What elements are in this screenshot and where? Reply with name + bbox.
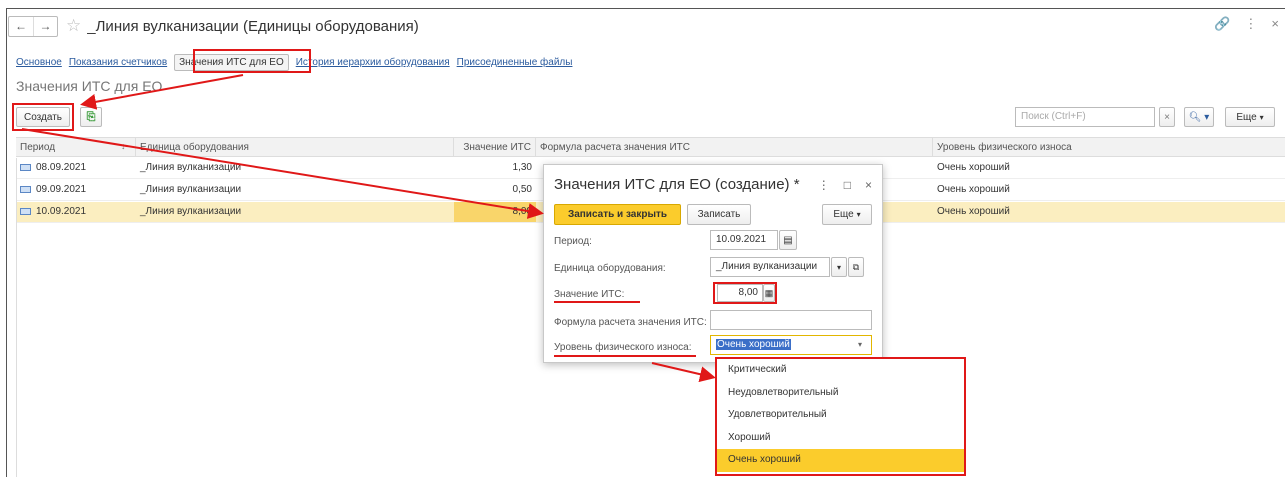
maximize-icon[interactable]: □ — [844, 178, 851, 192]
tab-its-values[interactable]: Значения ИТС для ЕО — [174, 54, 289, 71]
record-icon — [20, 185, 31, 193]
annotation-underline-wear — [554, 355, 696, 357]
favorite-star-icon[interactable]: ☆ — [66, 16, 81, 36]
row-unit: _Линия вулканизации — [140, 206, 242, 217]
period-field[interactable]: 10.09.2021 — [710, 230, 778, 250]
search-icon: 🔍︎ ▾ — [1188, 111, 1210, 123]
chevron-down-icon: ▾ — [1259, 112, 1264, 122]
more-label: Еще — [1236, 111, 1257, 123]
column-header-unit[interactable]: Единица оборудования — [136, 138, 454, 157]
its-value-label: Значение ИТС: — [554, 289, 625, 300]
dropdown-option[interactable]: Удовлетворительный — [717, 404, 964, 427]
row-wear: Очень хороший — [937, 162, 1010, 173]
copy-button[interactable]: ⎘ — [80, 107, 102, 127]
period-label: Период: — [554, 236, 592, 247]
dialog-title: Значения ИТС для ЕО (создание) * — [554, 176, 800, 193]
row-period: 10.09.2021 — [36, 206, 87, 217]
row-period: 08.09.2021 — [36, 162, 87, 173]
unit-label: Единица оборудования: — [554, 263, 666, 274]
formula-label: Формула расчета значения ИТС: — [554, 317, 707, 328]
annotation-underline-value — [554, 301, 640, 303]
record-icon — [20, 207, 31, 215]
unit-dropdown-button[interactable]: ▾ — [831, 257, 847, 277]
wear-label: Уровень физического износа: — [554, 342, 692, 353]
row-unit: _Линия вулканизации — [140, 184, 242, 195]
dropdown-option[interactable]: Неудовлетворительный — [717, 382, 964, 405]
create-dialog: Значения ИТС для ЕО (создание) * ⋮ □ × З… — [543, 164, 883, 363]
close-icon[interactable]: × — [1271, 16, 1279, 32]
row-value: 0,50 — [512, 184, 532, 195]
chevron-down-icon: ▾ — [856, 210, 861, 219]
search-input[interactable]: Поиск (Ctrl+F) — [1015, 107, 1155, 127]
calendar-button[interactable]: ▤ — [779, 230, 797, 250]
column-header-formula[interactable]: Формула расчета значения ИТС — [536, 138, 933, 157]
menu-icon[interactable]: ⋮ — [818, 178, 830, 192]
column-header-wear[interactable]: Уровень физического износа — [933, 138, 1285, 157]
tab-hierarchy-history[interactable]: История иерархии оборудования — [296, 57, 450, 68]
copy-icon: ⎘ — [86, 110, 96, 123]
title-bar: ← → ☆ _Линия вулканизации (Единицы обору… — [8, 14, 419, 38]
forward-button[interactable]: → — [33, 16, 57, 36]
formula-field[interactable] — [710, 310, 872, 330]
chevron-down-icon[interactable]: ▾ — [858, 340, 862, 349]
row-wear: Очень хороший — [937, 206, 1010, 217]
record-icon — [20, 163, 31, 171]
save-and-close-button[interactable]: Записать и закрыть — [554, 204, 681, 225]
back-button[interactable]: ← — [9, 17, 33, 36]
row-wear: Очень хороший — [937, 184, 1010, 195]
unit-field[interactable]: _Линия вулканизации — [710, 257, 830, 277]
menu-icon[interactable]: ⋮ — [1244, 16, 1257, 32]
calendar-icon: ▤ — [783, 234, 793, 246]
dialog-more-button[interactable]: Еще ▾ — [822, 204, 872, 225]
row-unit: _Линия вулканизации — [140, 162, 242, 173]
dialog-controls: ⋮ □ × — [818, 178, 872, 192]
tab-attached-files[interactable]: Присоединенные файлы — [457, 57, 573, 68]
window-title: _Линия вулканизации (Единицы оборудовани… — [87, 17, 419, 35]
tab-bar: Основное Показания счетчиков Значения ИТ… — [16, 54, 579, 71]
row-value: 1,30 — [512, 162, 532, 173]
unit-open-button[interactable]: ⧉ — [848, 257, 864, 277]
tab-meter-readings[interactable]: Показания счетчиков — [69, 57, 167, 68]
wear-dropdown-list: Критический Неудовлетворительный Удовлет… — [715, 357, 966, 476]
dropdown-option-selected[interactable]: Очень хороший — [717, 449, 964, 472]
dropdown-option[interactable]: Критический — [717, 359, 964, 382]
sort-arrow-icon: ↓ — [121, 141, 126, 151]
more-button[interactable]: Еще ▾ — [1225, 107, 1275, 127]
calculator-icon: ▦ — [764, 287, 774, 298]
chevron-down-icon: ▾ — [836, 262, 841, 272]
table-left-border — [16, 158, 17, 477]
create-button[interactable]: Создать — [16, 107, 70, 127]
its-value-field[interactable]: 8,00 — [717, 284, 763, 302]
window-controls: 🔗 ⋮ × — [1214, 16, 1279, 32]
save-button[interactable]: Записать — [687, 204, 751, 225]
clear-search-button[interactable]: × — [1159, 107, 1175, 127]
section-title: Значения ИТС для ЕО — [16, 78, 163, 94]
dialog-more-label: Еще — [833, 209, 854, 220]
search-button[interactable]: 🔍︎ ▾ — [1184, 107, 1214, 127]
clear-icon: × — [1164, 111, 1170, 123]
nav-buttons: ← → — [8, 15, 58, 37]
wear-field-value: Очень хороший — [716, 339, 791, 350]
wear-field[interactable]: Очень хороший — [710, 335, 872, 355]
row-period: 09.09.2021 — [36, 184, 87, 195]
open-icon: ⧉ — [852, 261, 860, 272]
close-icon[interactable]: × — [865, 178, 872, 192]
calculator-button[interactable]: ▦ — [763, 284, 775, 302]
column-header-period[interactable]: Период — [16, 138, 136, 157]
dropdown-option[interactable]: Хороший — [717, 427, 964, 450]
column-header-value[interactable]: Значение ИТС — [454, 138, 536, 157]
table-header: Период ↓ Единица оборудования Значение И… — [16, 137, 1285, 157]
row-value: 8,00 — [454, 202, 536, 222]
tab-main[interactable]: Основное — [16, 57, 62, 68]
link-icon[interactable]: 🔗 — [1214, 16, 1230, 32]
